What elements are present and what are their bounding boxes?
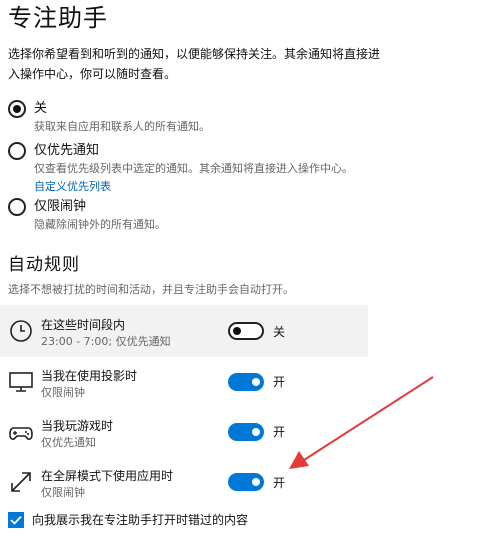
show-missed-label: 向我展示我在专注助手打开时错过的内容 [32,513,249,527]
auto-rules-description: 选择不想被打扰的时间和活动，并且专注助手会自动打开。 [8,283,294,296]
rule-time-range-state: 关 [273,325,286,339]
rule-row-gaming[interactable]: 当我玩游戏时 仅优先通知 开 [0,409,368,461]
show-missed-checkbox[interactable] [8,512,24,528]
rule-time-range-toggle[interactable] [228,322,264,340]
rule-fullscreen-state: 开 [273,476,286,490]
rule-gaming-toggle[interactable] [228,423,264,441]
rule-fullscreen-toggle[interactable] [228,473,264,491]
rule-gaming-title: 当我玩游戏时 [41,419,114,433]
rule-row-fullscreen[interactable]: 在全屏模式下使用应用时 仅限闹钟 开 [0,461,368,513]
radio-off[interactable] [8,100,26,118]
radio-priority-only-label: 仅优先通知 [34,143,100,158]
rule-row-projecting[interactable]: 当我在使用投影时 仅限闹钟 开 [0,357,368,409]
rule-projecting-title: 当我在使用投影时 [41,369,138,383]
rule-fullscreen-title: 在全屏模式下使用应用时 [41,469,174,483]
monitor-icon [9,372,33,392]
radio-off-description: 获取来自应用和联系人的所有通知。 [34,120,210,133]
rule-projecting-state: 开 [273,375,286,389]
rule-projecting-subtitle: 仅限闹钟 [41,386,85,399]
rule-row-time-range[interactable]: 在这些时间段内 23:00 - 7:00; 仅优先通知 关 [0,305,368,357]
radio-priority-only-description: 仅查看优先级列表中选定的通知。其余通知将直接进入操作中心。 [34,162,353,175]
customize-priority-list-link[interactable]: 自定义优先列表 [34,179,111,195]
gamepad-icon [9,427,33,440]
page-title: 专注助手 [8,4,108,32]
page-description: 选择你希望看到和听到的通知，以便能够保持关注。其余通知将直接进入操作中心，你可以… [8,47,381,81]
checkmark-icon [10,515,22,525]
radio-off-label: 关 [34,101,48,116]
rule-gaming-state: 开 [273,425,286,439]
radio-alarms-only-label: 仅限闹钟 [34,199,87,214]
fullscreen-icon [11,472,31,492]
radio-priority-only[interactable] [8,142,26,160]
rule-time-range-subtitle: 23:00 - 7:00; 仅优先通知 [41,335,171,348]
auto-rules-heading: 自动规则 [8,255,80,275]
clock-icon [10,320,32,342]
rule-gaming-subtitle: 仅优先通知 [41,436,96,449]
radio-alarms-only-description: 隐藏除闹钟外的所有通知。 [34,218,166,231]
rule-time-range-title: 在这些时间段内 [41,318,126,332]
rule-fullscreen-subtitle: 仅限闹钟 [41,486,85,499]
radio-alarms-only[interactable] [8,198,26,216]
rule-projecting-toggle[interactable] [228,373,264,391]
